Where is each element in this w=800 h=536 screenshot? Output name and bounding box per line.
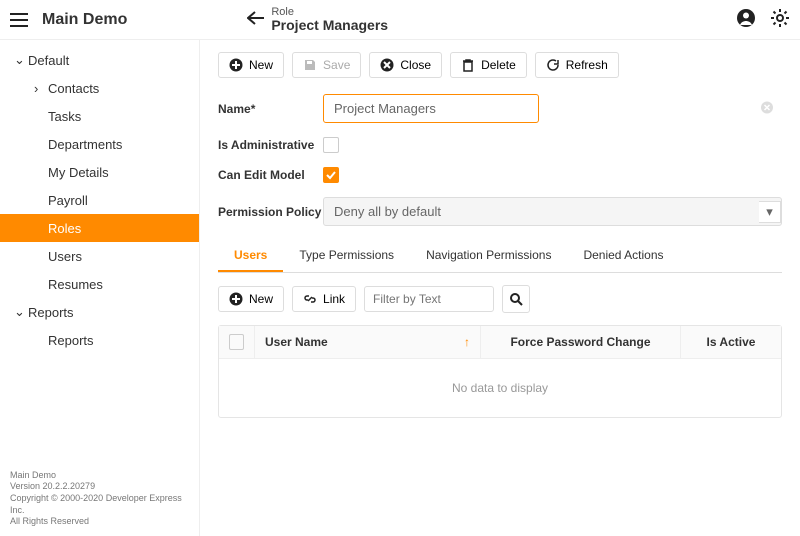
close-icon: [380, 58, 394, 72]
isadmin-checkbox[interactable]: [323, 137, 339, 153]
main-toolbar: New Save Close Delete Refresh: [218, 52, 782, 78]
nav-item-contacts[interactable]: › Contacts: [0, 74, 199, 102]
nav-item-users[interactable]: Users: [0, 242, 199, 270]
nav-item-roles[interactable]: Roles: [0, 214, 199, 242]
tab-users[interactable]: Users: [218, 240, 283, 272]
sort-asc-icon: ↑: [464, 335, 470, 349]
tab-typeperm[interactable]: Type Permissions: [283, 240, 410, 272]
trash-icon: [461, 58, 475, 72]
nav-item-mydetails[interactable]: My Details: [0, 158, 199, 186]
link-icon: [303, 292, 317, 306]
new-button[interactable]: New: [218, 52, 284, 78]
search-button[interactable]: [502, 285, 530, 313]
menu-icon[interactable]: [10, 13, 30, 27]
nav-item-resumes[interactable]: Resumes: [0, 270, 199, 298]
nav-item-payroll[interactable]: Payroll: [0, 186, 199, 214]
policy-label: Permission Policy: [218, 205, 323, 219]
delete-button[interactable]: Delete: [450, 52, 527, 78]
clear-icon[interactable]: [760, 100, 774, 117]
nav-item-departments[interactable]: Departments: [0, 130, 199, 158]
main-panel: New Save Close Delete Refresh: [200, 40, 800, 536]
link-button[interactable]: Link: [292, 286, 356, 312]
app-title: Main Demo: [42, 11, 127, 29]
nav-group-reports[interactable]: ⌄ Reports: [0, 298, 199, 326]
col-force[interactable]: Force Password Change: [481, 326, 681, 358]
list-new-button[interactable]: New: [218, 286, 284, 312]
refresh-button[interactable]: Refresh: [535, 52, 619, 78]
plus-icon: [229, 58, 243, 72]
close-button[interactable]: Close: [369, 52, 442, 78]
breadcrumb: Role Project Managers: [271, 6, 388, 33]
account-icon[interactable]: [736, 8, 756, 31]
chevron-down-icon: ⌄: [14, 304, 28, 320]
grid-empty-text: No data to display: [219, 359, 781, 417]
save-icon: [303, 58, 317, 72]
footer: Main Demo Version 20.2.2.20279 Copyright…: [0, 462, 199, 536]
chevron-down-icon: ⌄: [14, 52, 28, 68]
sidebar: ⌄ Default › Contacts Tasks Departments M…: [0, 40, 200, 536]
users-grid: User Name ↑ Force Password Change Is Act…: [218, 325, 782, 418]
refresh-icon: [546, 58, 560, 72]
check-icon: [325, 169, 337, 181]
list-toolbar: New Link: [218, 285, 782, 313]
save-button[interactable]: Save: [292, 52, 361, 78]
tab-denied[interactable]: Denied Actions: [567, 240, 679, 272]
name-label: Name: [218, 102, 323, 116]
name-input[interactable]: [323, 94, 539, 123]
topbar: Main Demo Role Project Managers: [0, 0, 800, 40]
back-icon[interactable]: [247, 11, 265, 28]
tabstrip: Users Type Permissions Navigation Permis…: [218, 240, 782, 273]
col-username[interactable]: User Name ↑: [255, 326, 481, 358]
caret-down-icon: ▾: [759, 201, 781, 223]
filter-input[interactable]: [364, 286, 494, 312]
canedit-checkbox[interactable]: [323, 167, 339, 183]
search-icon: [509, 292, 523, 306]
gear-icon[interactable]: [770, 8, 790, 31]
nav-group-default[interactable]: ⌄ Default: [0, 46, 199, 74]
policy-select[interactable]: Deny all by default ▾: [323, 197, 782, 226]
select-all-checkbox[interactable]: [219, 326, 255, 358]
canedit-label: Can Edit Model: [218, 168, 323, 182]
isadmin-label: Is Administrative: [218, 138, 323, 152]
nav-item-tasks[interactable]: Tasks: [0, 102, 199, 130]
page-title: Project Managers: [271, 18, 388, 33]
chevron-right-icon: ›: [34, 81, 48, 96]
plus-icon: [229, 292, 243, 306]
tab-navperm[interactable]: Navigation Permissions: [410, 240, 567, 272]
nav-item-reports[interactable]: Reports: [0, 326, 199, 354]
col-active[interactable]: Is Active: [681, 326, 781, 358]
